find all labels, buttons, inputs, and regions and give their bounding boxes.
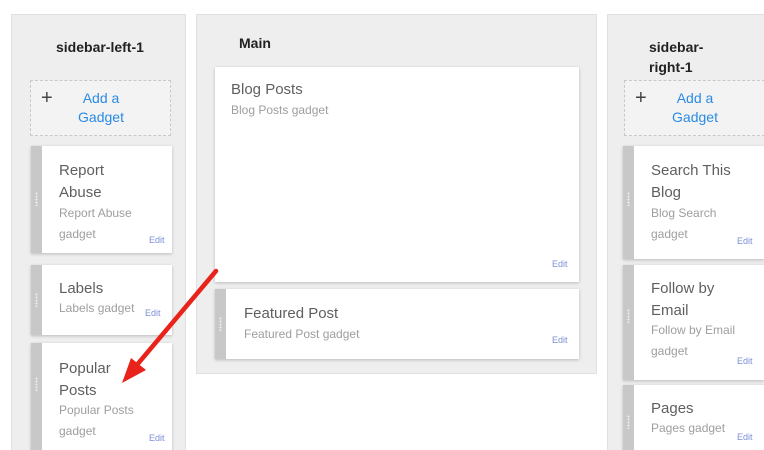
grip-dots-icon [35, 192, 38, 206]
edit-link[interactable]: Edit [737, 356, 753, 366]
add-gadget-button-right[interactable]: + Add a Gadget [624, 80, 764, 136]
grip-dots-icon [35, 293, 38, 307]
gadget-title: Search This Blog [651, 162, 731, 201]
drag-handle[interactable] [623, 265, 634, 380]
gadget-report-abuse[interactable]: Report Abuse Report Abuse gadget Edit [31, 146, 172, 253]
edit-link[interactable]: Edit [149, 433, 165, 443]
edit-link[interactable]: Edit [149, 235, 165, 245]
gadget-description: Featured Post gadget [244, 327, 360, 341]
gadget-title: Featured Post [244, 305, 339, 322]
drag-handle[interactable] [31, 146, 42, 253]
gadget-description: Report Abuse gadget [59, 206, 132, 241]
edit-link[interactable]: Edit [145, 308, 161, 318]
grip-dots-icon [219, 317, 222, 331]
column-title-sidebar-right: sidebar-right-1 [649, 39, 704, 75]
gadget-labels[interactable]: Labels Labels gadget Edit [31, 265, 172, 335]
add-gadget-label: Add a Gadget [78, 90, 124, 125]
gadget-follow-by-email[interactable]: Follow by Email Follow by Email gadget E… [623, 265, 764, 380]
gadget-blog-posts[interactable]: Blog Posts Blog Posts gadget Edit [215, 67, 579, 282]
gadget-description: Pages gadget [651, 421, 726, 435]
gadget-title: Blog Posts [231, 81, 303, 98]
gadget-pages[interactable]: Pages Pages gadget Edit [623, 385, 764, 450]
add-gadget-button-left[interactable]: + Add a Gadget [30, 80, 171, 136]
drag-handle[interactable] [31, 343, 42, 450]
plus-icon: + [41, 87, 53, 109]
gadget-popular-posts[interactable]: Popular Posts Popular Posts gadget Edit [31, 343, 172, 450]
gadget-title: Labels [59, 280, 104, 297]
edit-link[interactable]: Edit [552, 259, 568, 269]
gadget-title: Pages [651, 400, 694, 417]
drag-handle[interactable] [623, 146, 634, 259]
plus-icon: + [635, 87, 647, 109]
grip-dots-icon [627, 309, 630, 323]
sidebar-left-column: sidebar-left-1 + Add a Gadget Report Abu… [11, 14, 186, 450]
edit-link[interactable]: Edit [737, 236, 753, 246]
gadget-description: Blog Search gadget [651, 206, 717, 241]
gadget-description: Blog Posts gadget [231, 103, 329, 117]
grip-dots-icon [627, 415, 630, 429]
gadget-description: Popular Posts gadget [59, 403, 134, 438]
gadget-search-this-blog[interactable]: Search This Blog Blog Search gadget Edit [623, 146, 764, 259]
drag-handle[interactable] [215, 289, 226, 359]
edit-link[interactable]: Edit [552, 335, 568, 345]
gadget-description: Follow by Email gadget [651, 323, 736, 358]
gadget-title: Report Abuse [59, 162, 105, 201]
gadget-featured-post[interactable]: Featured Post Featured Post gadget Edit [215, 289, 579, 359]
grip-dots-icon [627, 192, 630, 206]
drag-handle[interactable] [623, 385, 634, 450]
sidebar-right-column: sidebar-right-1 + Add a Gadget Search Th… [607, 14, 764, 450]
edit-link[interactable]: Edit [737, 432, 753, 442]
main-column: Main Blog Posts Blog Posts gadget Edit F… [196, 14, 597, 374]
grip-dots-icon [35, 377, 38, 391]
column-title-sidebar-left: sidebar-left-1 [56, 39, 144, 55]
column-title-main: Main [239, 35, 271, 51]
gadget-title: Follow by Email [651, 280, 715, 319]
drag-handle[interactable] [31, 265, 42, 335]
gadget-title: Popular Posts [59, 360, 111, 399]
add-gadget-label: Add a Gadget [672, 90, 718, 125]
